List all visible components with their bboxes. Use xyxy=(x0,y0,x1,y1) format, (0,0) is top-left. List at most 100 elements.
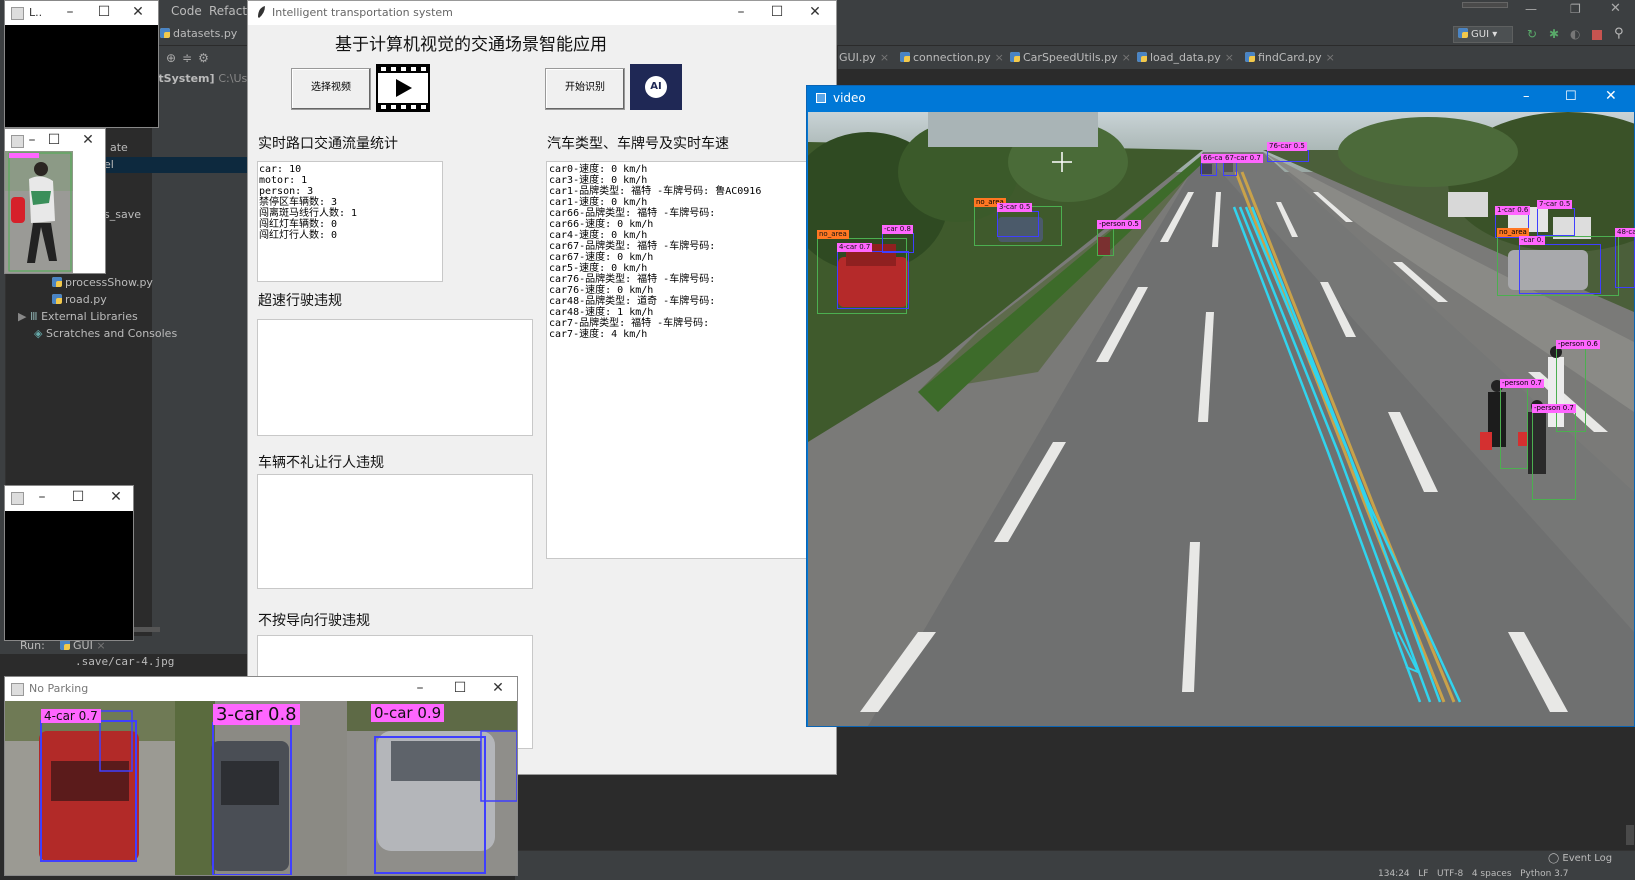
debug-icon[interactable]: ✱ xyxy=(1549,27,1559,41)
traffic-stats-line: person: 3 xyxy=(259,186,314,197)
close-icon[interactable]: ✕ xyxy=(99,486,133,510)
maximize-icon[interactable]: ☐ xyxy=(43,129,65,153)
tab-carspeedutils[interactable]: CarSpeedUtils.py × xyxy=(1010,51,1131,75)
tab-label: connection.py xyxy=(913,51,991,64)
tab-close-icon[interactable]: × xyxy=(1122,51,1131,64)
close-icon[interactable]: ✕ xyxy=(481,677,515,701)
ide-close-icon[interactable]: ✕ xyxy=(1610,1,1621,16)
python-file-icon xyxy=(1245,52,1255,62)
editor-right-scroll[interactable] xyxy=(1626,825,1634,845)
project-item-external-libraries[interactable]: ▶ Ⅲ External Libraries xyxy=(18,310,138,323)
python-file-icon xyxy=(1137,52,1147,62)
maximize-icon[interactable]: ☐ xyxy=(760,1,794,25)
tab-label: findCard.py xyxy=(1258,51,1322,64)
no-yield-box[interactable] xyxy=(257,474,533,589)
tab-load-data[interactable]: load_data.py × xyxy=(1137,51,1234,75)
project-root-label: rtSystem] xyxy=(153,72,215,85)
tab-connection[interactable]: connection.py × xyxy=(900,51,1004,75)
ide-breadcrumb-datasets[interactable]: datasets.py xyxy=(160,27,237,40)
vehicle-info-line: car3-速度: 0 km/h xyxy=(549,175,648,186)
python-file-icon xyxy=(52,277,62,287)
rerun-icon[interactable]: ↻ xyxy=(1527,27,1537,41)
no-parking-tag: 0-car 0.9 xyxy=(371,704,445,722)
detection-box: 4-car 0.7 xyxy=(837,243,909,309)
traffic-stats-line: 闯红灯行人数: 0 xyxy=(259,230,338,241)
project-toolbar-icons[interactable]: ⊕≑⚙ xyxy=(166,51,215,65)
no-parking-tag: 4-car 0.7 xyxy=(41,709,101,723)
maximize-icon[interactable]: ☐ xyxy=(87,1,121,25)
main-app-window: Intelligent transportation system – ☐ ✕ … xyxy=(247,0,837,775)
wrong-direction-label: 不按导向行驶违规 xyxy=(258,613,370,629)
minimize-icon[interactable]: – xyxy=(21,129,43,153)
project-item-ate[interactable]: ate xyxy=(110,141,128,154)
project-root[interactable]: rtSystem] C:\Use xyxy=(153,72,254,85)
breadcrumb-label: datasets.py xyxy=(173,27,238,40)
ide-minimize-icon[interactable]: — xyxy=(1525,2,1537,16)
detection-box: -person 0.7 xyxy=(1500,379,1544,469)
detection-box: -car 0.8 xyxy=(882,225,914,253)
minimize-icon[interactable]: – xyxy=(724,1,758,25)
detection-tag: -car 0. xyxy=(1519,236,1546,245)
detection-tag: 67-car 0.7 xyxy=(1223,154,1263,163)
project-item-road[interactable]: road.py xyxy=(52,293,107,306)
python-file-icon xyxy=(900,52,910,62)
vehicle-info-box[interactable]: car0-速度: 0 km/h car3-速度: 0 km/h car1-品牌类型:… xyxy=(546,161,836,559)
traffic-stats-line: car: 10 xyxy=(259,164,302,175)
vehicle-info-line: car67-速度: 0 km/h xyxy=(549,252,654,263)
minimize-icon[interactable]: – xyxy=(1523,89,1530,104)
ai-icon[interactable]: AI xyxy=(630,64,682,110)
tab-close-icon[interactable]: × xyxy=(880,51,889,64)
project-item-save[interactable]: s_save xyxy=(104,208,141,221)
stop-icon[interactable] xyxy=(1592,30,1602,40)
close-icon[interactable]: ✕ xyxy=(77,129,99,153)
speeding-box[interactable] xyxy=(257,319,533,436)
traffic-stats-line: 闯红灯车辆数: 0 xyxy=(259,219,338,230)
close-icon[interactable]: ✕ xyxy=(798,1,832,25)
file-label: External Libraries xyxy=(41,310,138,323)
vehicle-info-line: car5-速度: 0 km/h xyxy=(549,263,648,274)
vehicle-info-line: car4-速度: 0 km/h xyxy=(549,230,648,241)
close-icon[interactable]: ✕ xyxy=(121,1,155,25)
tab-gui[interactable]: GUI.py × xyxy=(839,51,889,75)
window-app-icon xyxy=(11,683,24,696)
main-titlebar: Intelligent transportation system – ☐ ✕ xyxy=(248,1,836,25)
small-window-titlebar: L.. – ☐ ✕ xyxy=(5,1,158,25)
tab-close-icon[interactable]: × xyxy=(995,51,1004,64)
select-video-button[interactable]: 选择视频 xyxy=(291,68,371,110)
config-selector[interactable]: GUI ▾ xyxy=(1453,26,1513,43)
feather-icon xyxy=(258,6,265,18)
vehicle-info-line: car0-速度: 0 km/h xyxy=(549,164,648,175)
maximize-icon[interactable]: ☐ xyxy=(443,677,477,701)
start-recognition-button[interactable]: 开始识别 xyxy=(545,68,625,110)
project-hscroll[interactable] xyxy=(130,627,160,632)
maximize-icon[interactable]: ☐ xyxy=(1565,89,1577,104)
minimize-icon[interactable]: – xyxy=(403,677,437,701)
small-window-titlebar: – ☐ ✕ xyxy=(5,486,133,511)
project-item-scratches[interactable]: ◈ Scratches and Consoles xyxy=(34,327,177,340)
event-log-icon: ◯ xyxy=(1548,853,1563,864)
detection-box: 7-car 0.5 xyxy=(1537,200,1575,236)
detection-tag: 4-car 0.7 xyxy=(837,243,873,252)
tab-close-icon[interactable]: × xyxy=(1225,51,1234,64)
project-item-processshow[interactable]: processShow.py xyxy=(52,276,153,289)
ai-badge-label: AI xyxy=(645,76,667,98)
tab-close-icon[interactable]: × xyxy=(1326,51,1335,64)
ide-menu-code[interactable]: Code xyxy=(171,4,202,18)
maximize-icon[interactable]: ☐ xyxy=(61,486,95,510)
minimize-icon[interactable]: – xyxy=(53,1,87,25)
ide-restore-icon[interactable]: ❐ xyxy=(1570,2,1581,16)
event-log[interactable]: ◯ Event Log xyxy=(1548,853,1612,864)
video-play-icon[interactable] xyxy=(376,64,430,112)
person-crop-image xyxy=(5,151,73,273)
traffic-stats-box[interactable]: car: 10 motor: 1 person: 3 禁停区车辆数: 3 闯离斑马线行人… xyxy=(257,161,443,282)
coverage-icon[interactable]: ◐ xyxy=(1570,27,1580,41)
detection-box: 3-car 0.5 xyxy=(997,203,1039,237)
vehicle-info-label: 汽车类型、车牌号及实时车速 xyxy=(547,136,729,152)
tab-label: load_data.py xyxy=(1150,51,1221,64)
close-icon[interactable]: ✕ xyxy=(1605,88,1617,104)
search-icon[interactable]: ⚲ xyxy=(1614,26,1624,41)
tab-findcard[interactable]: findCard.py × xyxy=(1245,51,1335,75)
detection-tag: 7-car 0.5 xyxy=(1537,200,1573,209)
vehicle-info-line: car66-速度: 0 km/h xyxy=(549,219,654,230)
minimize-icon[interactable]: – xyxy=(25,486,59,510)
